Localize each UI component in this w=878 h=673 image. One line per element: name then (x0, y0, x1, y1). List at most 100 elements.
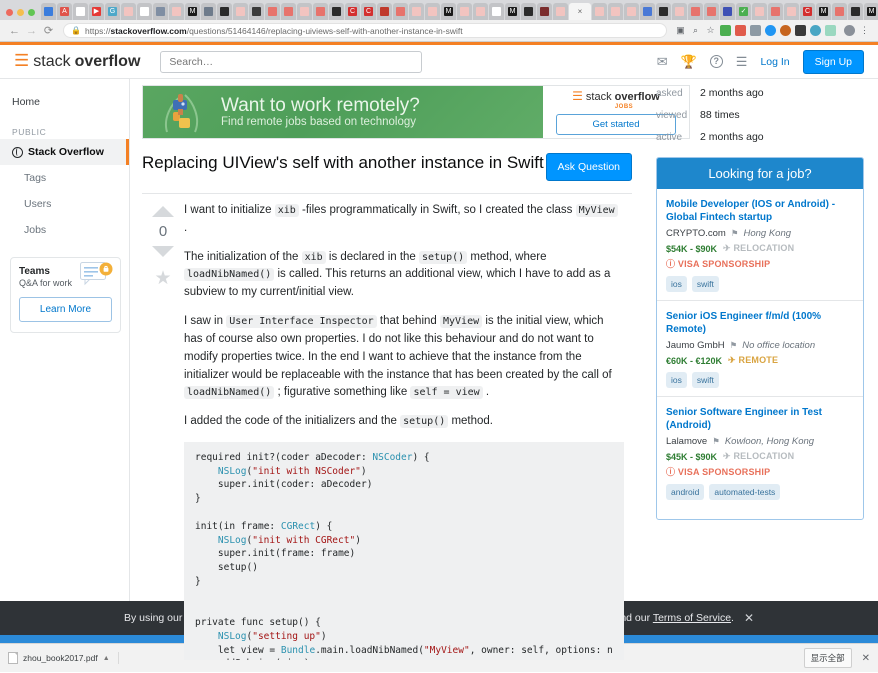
browser-tab[interactable] (489, 3, 504, 20)
browser-tab[interactable] (41, 3, 56, 20)
tab-strip[interactable]: A▶GMCCMM×✓CMM + (0, 0, 878, 20)
browser-tab[interactable] (752, 3, 767, 20)
browser-tab[interactable] (672, 3, 687, 20)
job-list-item[interactable]: Mobile Developer (IOS or Android) - Glob… (657, 189, 863, 301)
downvote-icon[interactable] (152, 246, 174, 257)
browser-tab[interactable] (425, 3, 440, 20)
forward-icon[interactable]: → (23, 25, 40, 37)
browser-tab[interactable] (249, 3, 264, 20)
browser-tab[interactable] (768, 3, 783, 20)
sidebar-item-stack-overflow[interactable]: Stack Overflow (0, 139, 129, 165)
browser-tab[interactable]: M (864, 3, 878, 20)
browser-tab[interactable] (281, 3, 296, 20)
sidebar-item-home[interactable]: Home (0, 89, 129, 115)
browser-tab[interactable] (377, 3, 392, 20)
browser-tab[interactable] (73, 3, 88, 20)
address-bar[interactable]: 🔒 https://stackoverflow.com/questions/51… (63, 23, 667, 38)
job-tag[interactable]: ios (666, 372, 687, 388)
extension-icon-4[interactable] (765, 25, 776, 36)
browser-tab[interactable]: ▶ (89, 3, 104, 20)
job-tag[interactable]: swift (691, 372, 719, 388)
job-list-item[interactable]: Senior iOS Engineer f/m/d (100% Remote) J… (657, 301, 863, 397)
browser-tab[interactable] (233, 3, 248, 20)
browser-tab[interactable] (720, 3, 735, 20)
login-link[interactable]: Log In (760, 56, 789, 68)
extension-icon-2[interactable] (735, 25, 746, 36)
terms-of-service-link[interactable]: Terms of Service (653, 612, 731, 624)
upvote-icon[interactable] (152, 206, 174, 217)
browser-tab[interactable] (688, 3, 703, 20)
browser-tab[interactable] (265, 3, 280, 20)
browser-tab[interactable] (832, 3, 847, 20)
browser-tab[interactable] (137, 3, 152, 20)
browser-tab[interactable] (153, 3, 168, 20)
browser-tab[interactable] (521, 3, 536, 20)
extension-icon-8[interactable] (825, 25, 836, 36)
browser-menu-icon[interactable]: ⋮ (857, 24, 872, 37)
bookmark-star-icon[interactable]: ☆ (703, 24, 718, 37)
sidebar-item-tags[interactable]: Tags (0, 165, 129, 191)
reload-icon[interactable]: ⟳ (40, 24, 57, 37)
extension-icon-3[interactable] (750, 25, 761, 36)
zoom-icon[interactable]: ⌕ (688, 24, 703, 37)
browser-tab[interactable] (848, 3, 863, 20)
browser-tab[interactable] (409, 3, 424, 20)
job-tag[interactable]: automated-tests (709, 484, 781, 500)
browser-tab[interactable] (592, 3, 607, 20)
trophy-icon[interactable]: 🏆 (681, 55, 697, 68)
inbox-icon[interactable]: ✉ (657, 55, 668, 68)
browser-tab[interactable]: A (57, 3, 72, 20)
maximize-window-button[interactable] (28, 9, 35, 16)
search-input[interactable] (160, 50, 423, 73)
browser-tab[interactable] (704, 3, 719, 20)
help-icon[interactable]: ? (709, 55, 723, 68)
translate-icon[interactable]: ▣ (673, 24, 688, 37)
browser-tab[interactable] (553, 3, 568, 20)
browser-tab[interactable] (329, 3, 344, 20)
browser-tab[interactable] (537, 3, 552, 20)
close-icon[interactable]: ✕ (862, 653, 870, 664)
back-icon[interactable]: ← (6, 25, 23, 37)
browser-tab-active[interactable]: × (569, 3, 591, 20)
jobs-ad-banner[interactable]: Want to work remotely? Find remote jobs … (142, 85, 690, 139)
job-tag[interactable]: ios (666, 276, 687, 292)
stackoverflow-logo[interactable]: ☰ stack overflow (14, 52, 140, 71)
extension-icon-6[interactable] (795, 25, 806, 36)
job-title[interactable]: Senior iOS Engineer f/m/d (100% Remote) (666, 310, 854, 336)
browser-tab[interactable] (608, 3, 623, 20)
browser-tab[interactable]: C (361, 3, 376, 20)
browser-tab[interactable]: M (505, 3, 520, 20)
close-tab-icon[interactable]: × (578, 7, 583, 16)
window-controls[interactable] (4, 9, 41, 20)
close-window-button[interactable] (6, 9, 13, 16)
signup-button[interactable]: Sign Up (802, 49, 864, 74)
favorite-star-icon[interactable]: ★ (154, 269, 171, 288)
browser-tab[interactable] (121, 3, 136, 20)
browser-tab[interactable]: M (185, 3, 200, 20)
browser-tab[interactable] (624, 3, 639, 20)
job-list-item-partial[interactable] (657, 508, 863, 519)
browser-tab[interactable]: M (441, 3, 456, 20)
browser-tab[interactable] (640, 3, 655, 20)
sidebar-item-jobs[interactable]: Jobs (0, 217, 129, 243)
tab-list[interactable]: A ▶ G M C C M M × ✓ C M M (41, 3, 878, 20)
minimize-window-button[interactable] (17, 9, 24, 16)
browser-tab[interactable] (393, 3, 408, 20)
close-icon[interactable]: ✕ (744, 611, 754, 625)
browser-tab[interactable]: M (816, 3, 831, 20)
browser-tab[interactable] (656, 3, 671, 20)
browser-tab[interactable] (217, 3, 232, 20)
browser-tab[interactable]: G (105, 3, 120, 20)
chevron-up-icon[interactable]: ▲ (103, 655, 110, 662)
job-title[interactable]: Mobile Developer (IOS or Android) - Glob… (666, 198, 854, 224)
browser-tab[interactable] (457, 3, 472, 20)
browser-tab[interactable]: C (345, 3, 360, 20)
job-tag[interactable]: swift (691, 276, 719, 292)
job-tag[interactable]: android (666, 484, 705, 500)
browser-tab[interactable] (169, 3, 184, 20)
browser-tab[interactable] (297, 3, 312, 20)
extension-icon-5[interactable] (780, 25, 791, 36)
learn-more-button[interactable]: Learn More (19, 297, 112, 322)
extension-icon-7[interactable] (810, 25, 821, 36)
extension-icon-1[interactable] (720, 25, 731, 36)
